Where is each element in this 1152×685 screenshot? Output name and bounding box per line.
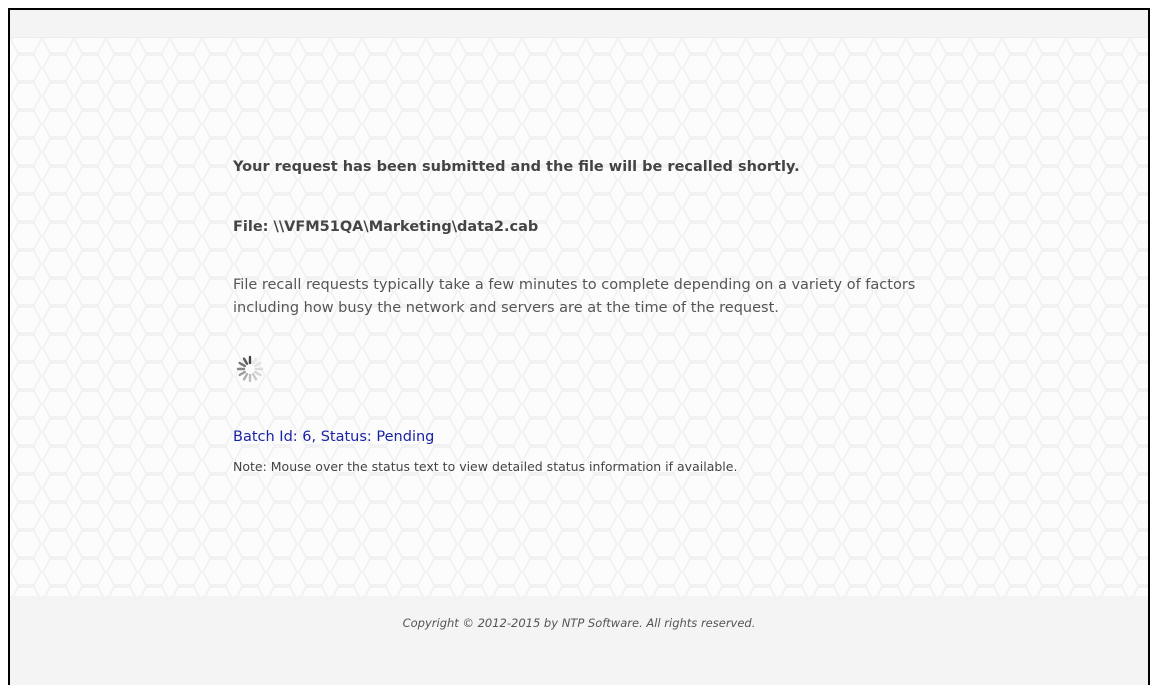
loading-spinner-icon: [236, 355, 264, 383]
batch-status-link[interactable]: Batch Id: 6, Status: Pending: [233, 429, 434, 445]
file-path: File: \\VFM51QA\Marketing\data2.cab: [233, 219, 539, 235]
status-note: Note: Mouse over the status text to view…: [233, 459, 738, 474]
header-band: [10, 10, 1148, 38]
copyright-text: Copyright © 2012-2015 by NTP Software. A…: [402, 616, 756, 630]
page-footer: Copyright © 2012-2015 by NTP Software. A…: [10, 596, 1148, 685]
submission-headline: Your request has been submitted and the …: [233, 159, 800, 175]
browser-content-frame: Your request has been submitted and the …: [8, 8, 1150, 685]
main-panel: Your request has been submitted and the …: [10, 38, 1148, 596]
recall-description: File recall requests typically take a fe…: [233, 277, 916, 316]
